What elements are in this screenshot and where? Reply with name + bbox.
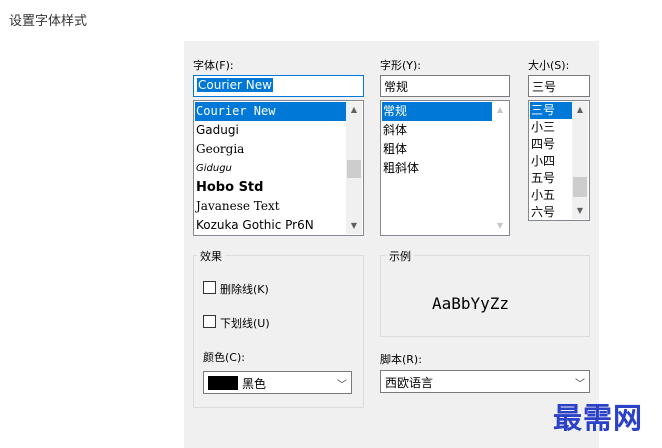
chevron-down-icon: ﹀ — [575, 379, 585, 390]
chevron-down-icon: ﹀ — [337, 380, 347, 391]
font-list-item-gidugu[interactable]: Gidugu — [195, 159, 346, 178]
font-list-item-gadugi[interactable]: Gadugi — [195, 121, 346, 140]
style-label: 字形(Y): — [380, 59, 422, 72]
font-list[interactable]: Courier New Gadugi Georgia Gidugu Hobo S… — [193, 100, 364, 236]
size-list-scrollbar[interactable]: ▲ ▼ — [572, 102, 588, 219]
font-name-input-text: Courier New — [197, 78, 273, 92]
size-list-item-3[interactable]: 三号 — [530, 102, 572, 119]
size-list-item-small-3[interactable]: 小三 — [530, 119, 572, 136]
scrollbar-thumb[interactable] — [573, 177, 587, 197]
font-list-item-hobo-std[interactable]: Hobo Std — [195, 178, 346, 197]
scrollbar-thumb[interactable] — [347, 160, 361, 178]
page-heading: 设置字体样式 — [9, 14, 88, 29]
size-list-item-small-5[interactable]: 小五 — [530, 187, 572, 204]
font-list-item-courier-new[interactable]: Courier New — [195, 102, 346, 121]
font-list-item-javanese-text[interactable]: Javanese Text — [195, 197, 346, 216]
style-list-item-italic[interactable]: 斜体 — [382, 121, 492, 140]
size-list-item-6[interactable]: 六号 — [530, 204, 572, 219]
style-list-item-bold[interactable]: 粗体 — [382, 140, 492, 159]
sample-preview-text: AaBbYyZz — [432, 294, 510, 313]
style-list-item-regular[interactable]: 常规 — [382, 102, 492, 121]
size-input[interactable]: 三号 — [528, 75, 590, 97]
script-label: 脚本(R): — [380, 353, 422, 366]
scroll-down-arrow-icon[interactable]: ▼ — [572, 203, 588, 219]
script-value: 西欧语言 — [385, 376, 434, 390]
scroll-up-arrow-icon[interactable]: ▲ — [572, 102, 588, 118]
scroll-down-arrow-icon[interactable]: ▼ — [492, 218, 508, 234]
effects-group-title: 效果 — [197, 248, 225, 264]
font-list-item-georgia[interactable]: Georgia — [195, 140, 346, 159]
strikeout-checkbox[interactable] — [203, 281, 216, 294]
underline-checkbox[interactable] — [203, 315, 216, 328]
color-label: 颜色(C): — [203, 351, 245, 364]
size-list[interactable]: 三号 小三 四号 小四 五号 小五 六号 ▲ ▼ — [528, 100, 590, 221]
color-swatch — [208, 376, 238, 390]
style-list-item-bold-italic[interactable]: 粗斜体 — [382, 159, 492, 178]
font-name-input[interactable]: Courier New — [193, 75, 364, 97]
scroll-up-arrow-icon[interactable]: ▲ — [492, 102, 508, 118]
font-list-scrollbar[interactable]: ▲ ▼ — [346, 102, 362, 234]
color-dropdown[interactable]: 黑色 ﹀ — [203, 371, 352, 394]
watermark-logo: 最需网 — [553, 401, 644, 435]
font-label: 字体(F): — [193, 59, 234, 72]
size-list-item-small-4[interactable]: 小四 — [530, 153, 572, 170]
style-list[interactable]: 常规 斜体 粗体 粗斜体 ▲ ▼ — [380, 100, 510, 236]
script-dropdown[interactable]: 西欧语言 ﹀ — [380, 370, 590, 393]
style-list-scrollbar[interactable]: ▲ ▼ — [492, 102, 508, 234]
strikeout-label[interactable]: 删除线(K) — [220, 281, 269, 297]
scroll-up-arrow-icon[interactable]: ▲ — [346, 102, 362, 118]
size-label: 大小(S): — [528, 59, 570, 72]
underline-label[interactable]: 下划线(U) — [220, 315, 270, 331]
size-list-item-4[interactable]: 四号 — [530, 136, 572, 153]
size-list-item-5[interactable]: 五号 — [530, 170, 572, 187]
color-value: 黑色 — [242, 377, 267, 391]
font-list-item-kozuka-gothic[interactable]: Kozuka Gothic Pr6N — [195, 216, 346, 234]
sample-group-title: 示例 — [386, 248, 414, 264]
style-input[interactable]: 常规 — [380, 75, 510, 97]
scroll-down-arrow-icon[interactable]: ▼ — [346, 218, 362, 234]
